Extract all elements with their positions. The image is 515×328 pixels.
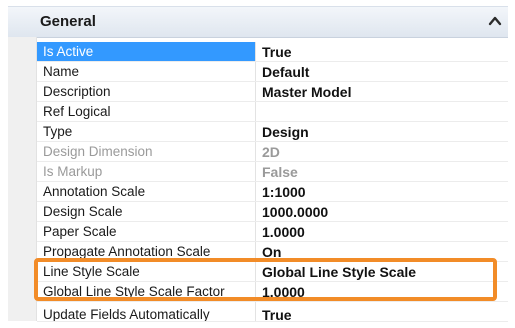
- property-name: Design Scale: [37, 202, 256, 222]
- property-value[interactable]: 1:1000: [262, 182, 306, 202]
- properties-panel: General Is Active True Name Default Desc…: [0, 0, 515, 323]
- property-row-description[interactable]: Description Master Model: [37, 82, 508, 102]
- section-title: General: [40, 13, 96, 30]
- property-name: Is Active: [37, 42, 256, 62]
- section-header-general[interactable]: General: [8, 6, 508, 38]
- property-name: Type: [37, 122, 256, 142]
- property-row-ref-logical[interactable]: Ref Logical: [37, 102, 508, 122]
- property-name: Design Dimension: [37, 142, 256, 162]
- property-value[interactable]: 1000.0000: [262, 202, 328, 222]
- property-row-update-fields-automatically[interactable]: Update Fields Automatically True: [37, 302, 508, 323]
- property-row-is-markup: Is Markup False: [37, 162, 508, 182]
- property-value[interactable]: Master Model: [262, 82, 351, 102]
- property-name: Name: [37, 62, 256, 82]
- property-name: Description: [37, 82, 256, 102]
- property-name: Ref Logical: [37, 102, 256, 122]
- property-value[interactable]: True: [262, 302, 292, 323]
- property-row-annotation-scale[interactable]: Annotation Scale 1:1000: [37, 182, 508, 202]
- property-row-design-dimension: Design Dimension 2D: [37, 142, 508, 162]
- property-row-design-scale[interactable]: Design Scale 1000.0000: [37, 202, 508, 222]
- property-name: Paper Scale: [37, 222, 256, 242]
- chevron-up-icon[interactable]: [488, 14, 502, 28]
- property-value[interactable]: 1.0000: [262, 222, 305, 242]
- highlight-frame: [34, 258, 497, 301]
- property-value[interactable]: True: [262, 42, 292, 62]
- property-name: Is Markup: [37, 162, 256, 182]
- property-value: False: [262, 164, 298, 180]
- property-name: Annotation Scale: [37, 182, 256, 202]
- property-name: Update Fields Automatically: [37, 302, 256, 322]
- property-value: 2D: [262, 144, 280, 160]
- property-row-name[interactable]: Name Default: [37, 62, 508, 82]
- property-value[interactable]: Default: [262, 62, 309, 82]
- row-gutter: [8, 37, 37, 321]
- property-row-is-active[interactable]: Is Active True: [37, 42, 508, 62]
- property-value[interactable]: Design: [262, 122, 309, 142]
- property-row-paper-scale[interactable]: Paper Scale 1.0000: [37, 222, 508, 242]
- property-row-type[interactable]: Type Design: [37, 122, 508, 142]
